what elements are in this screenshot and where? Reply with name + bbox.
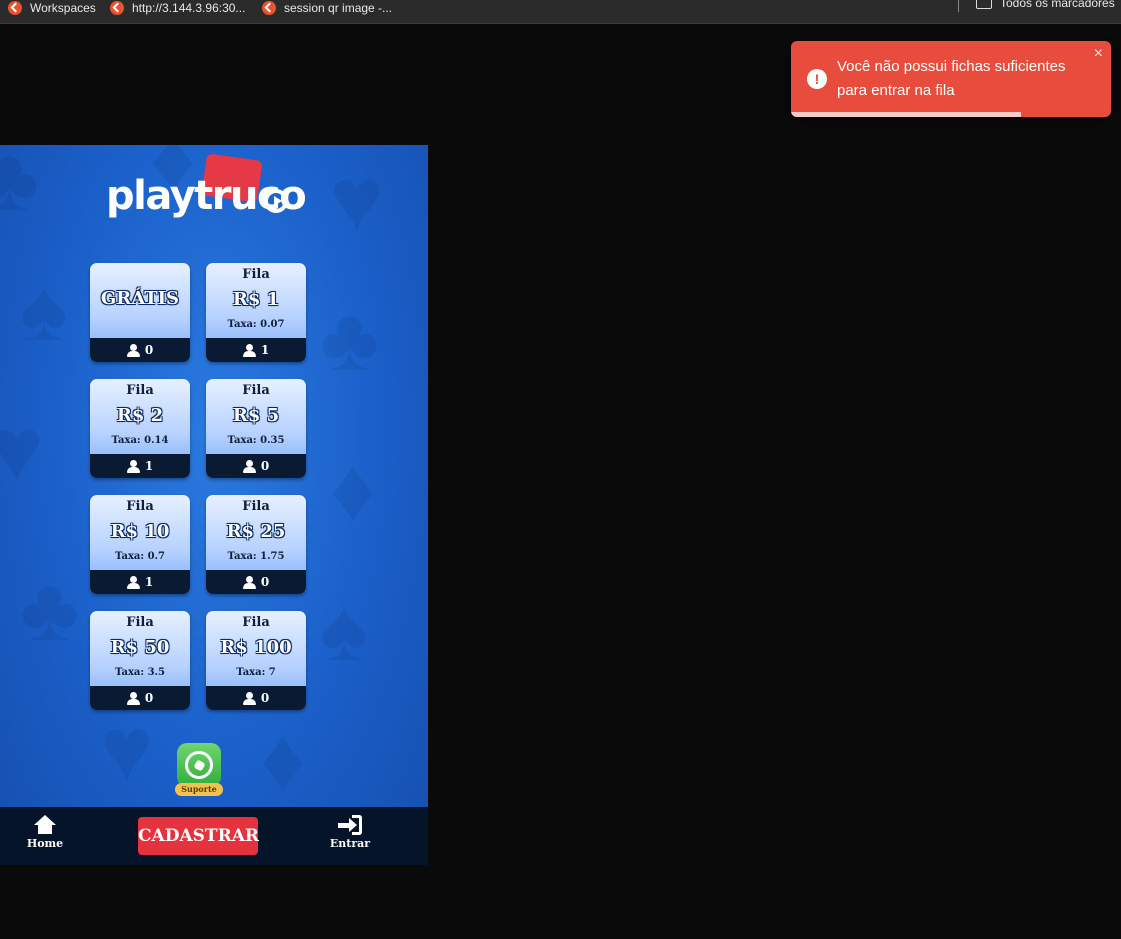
table-tile-10[interactable]: Fila R$ 10 Taxa: 0.7 1 [90, 495, 190, 594]
tile-player-count: 1 [206, 338, 306, 362]
nav-login-label: Entrar [329, 837, 371, 850]
nav-home[interactable]: Home [10, 815, 80, 850]
tile-label: Fila [126, 499, 154, 514]
player-count: 1 [260, 343, 270, 357]
nav-home-label: Home [26, 837, 64, 850]
tile-price: R$ 25 [226, 521, 286, 542]
alert-icon: ! [807, 69, 827, 89]
tile-label: Fila [242, 615, 270, 630]
tile-player-count: 0 [206, 570, 306, 594]
error-toast: ! Você não possui fichas suficientes par… [791, 41, 1111, 117]
play-logo-icon [264, 189, 288, 213]
all-bookmarks-button[interactable]: Todos os marcadores [976, 0, 1115, 10]
toast-progress-bar [791, 112, 1022, 117]
player-count: 0 [144, 343, 154, 357]
site-favicon-icon [262, 1, 276, 15]
whatsapp-icon [185, 751, 213, 779]
playtruco-logo: playtruco [106, 153, 307, 230]
bookmark-session-qr[interactable]: session qr image -... [262, 0, 392, 16]
tile-player-count: 1 [90, 570, 190, 594]
register-button[interactable]: CADASTRAR [138, 817, 259, 855]
tile-label: Fila [126, 383, 154, 398]
tile-price: R$ 50 [110, 637, 170, 658]
bookmark-label: session qr image -... [284, 1, 393, 15]
player-count: 0 [260, 459, 270, 473]
player-count: 0 [260, 575, 270, 589]
user-icon [126, 692, 140, 705]
bookmark-label: http://3.144.3.96:30... [132, 1, 246, 15]
toast-message: Você não possui fichas suficientes para … [837, 58, 1066, 99]
table-tile-1[interactable]: Fila R$ 1 Taxa: 0.07 1 [206, 263, 306, 362]
tile-player-count: 1 [90, 454, 190, 478]
close-icon[interactable]: × [1094, 45, 1103, 63]
support-label: Suporte [175, 783, 223, 796]
user-icon [242, 460, 256, 473]
tile-player-count: 0 [90, 338, 190, 362]
table-tile-100[interactable]: Fila R$ 100 Taxa: 7 0 [206, 611, 306, 710]
tile-price: R$ 5 [232, 405, 280, 426]
tile-fee: Taxa: 7 [236, 667, 276, 678]
tile-price: R$ 2 [116, 405, 164, 426]
bookmarks-separator [958, 0, 959, 12]
site-favicon-icon [110, 1, 124, 15]
tile-label: Fila [126, 615, 154, 630]
user-icon [242, 576, 256, 589]
tile-label: Fila [242, 267, 270, 282]
tile-fee: Taxa: 3.5 [115, 667, 165, 678]
game-panel: ♣ ♦ ♥ ♠ ♣ ♥ ♦ ♣ ♠ ♥ ♦ playtruco GRÁTIS 0… [0, 145, 428, 865]
tile-fee: Taxa: 0.35 [227, 435, 285, 446]
tile-price: R$ 10 [110, 521, 170, 542]
table-tile-free[interactable]: GRÁTIS 0 [90, 263, 190, 362]
tile-price: R$ 1 [232, 289, 280, 310]
user-icon [242, 344, 256, 357]
tile-fee: Taxa: 0.07 [227, 319, 285, 330]
whatsapp-support-button[interactable]: Suporte [175, 743, 223, 799]
login-icon [338, 815, 362, 835]
bookmark-ip-address[interactable]: http://3.144.3.96:30... [110, 0, 245, 16]
bottom-navbar: Home CADASTRAR Entrar [0, 807, 428, 865]
tile-price: GRÁTIS [100, 288, 180, 309]
tile-label: Fila [242, 383, 270, 398]
user-icon [126, 576, 140, 589]
player-count: 1 [144, 459, 154, 473]
table-tile-5[interactable]: Fila R$ 5 Taxa: 0.35 0 [206, 379, 306, 478]
player-count: 0 [260, 691, 270, 705]
tile-fee: Taxa: 0.7 [115, 551, 165, 562]
user-icon [242, 692, 256, 705]
folder-icon [976, 0, 992, 9]
player-count: 1 [144, 575, 154, 589]
user-icon [126, 344, 140, 357]
bookmarks-bar: Workspaces http://3.144.3.96:30... sessi… [0, 0, 1121, 24]
table-tile-25[interactable]: Fila R$ 25 Taxa: 1.75 0 [206, 495, 306, 594]
tile-fee: Taxa: 0.14 [111, 435, 169, 446]
nav-login[interactable]: Entrar [315, 815, 385, 850]
tile-player-count: 0 [206, 454, 306, 478]
user-icon [126, 460, 140, 473]
site-favicon-icon [8, 1, 22, 15]
bookmark-label: Workspaces [30, 1, 96, 15]
tile-player-count: 0 [90, 686, 190, 710]
home-icon [33, 815, 57, 835]
tile-player-count: 0 [206, 686, 306, 710]
whatsapp-badge [177, 743, 221, 787]
bookmark-workspaces[interactable]: Workspaces [8, 0, 96, 16]
table-tile-2[interactable]: Fila R$ 2 Taxa: 0.14 1 [90, 379, 190, 478]
player-count: 0 [144, 691, 154, 705]
tile-label: Fila [242, 499, 270, 514]
tile-price: R$ 100 [220, 637, 292, 658]
all-bookmarks-label: Todos os marcadores [1000, 0, 1115, 10]
tile-fee: Taxa: 1.75 [227, 551, 285, 562]
table-tile-50[interactable]: Fila R$ 50 Taxa: 3.5 0 [90, 611, 190, 710]
